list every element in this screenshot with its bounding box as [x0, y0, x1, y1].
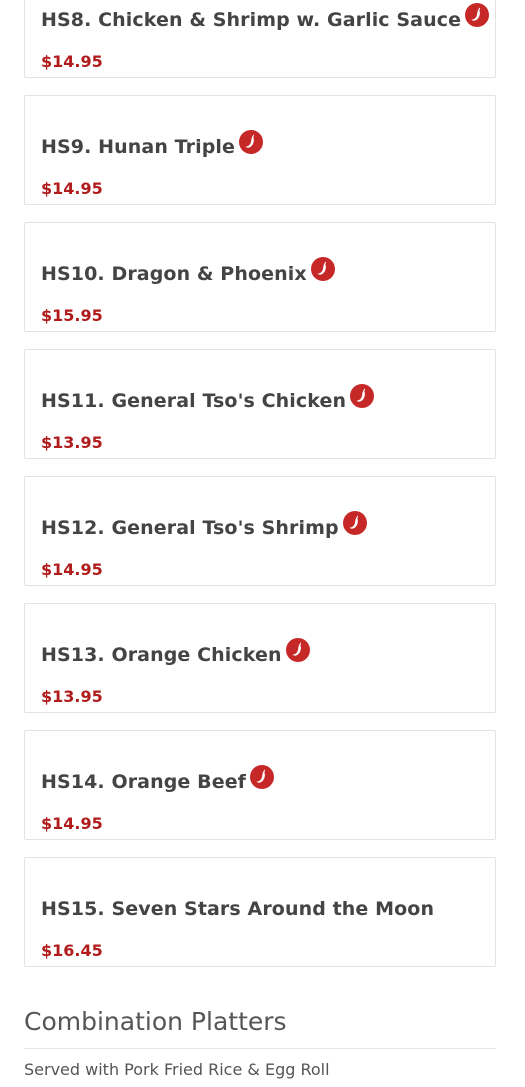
- menu-item-title-row: HS15. Seven Stars Around the Moon: [41, 898, 434, 920]
- menu-item-name: HS9. Hunan Triple: [41, 136, 236, 158]
- menu-item-card[interactable]: HS11. General Tso's Chicken $13.95: [24, 349, 496, 459]
- chili-pepper-icon: [239, 130, 264, 154]
- menu-item-card[interactable]: HS12. General Tso's Shrimp $14.95: [24, 476, 496, 586]
- menu-item-price: $13.95: [41, 687, 103, 706]
- menu-item-name: HS12. General Tso's Shrimp: [41, 517, 339, 539]
- menu-item-name: HS15. Seven Stars Around the Moon: [41, 898, 435, 920]
- menu-item-list: HS8. Chicken & Shrimp w. Garlic Sauce $1…: [24, 0, 496, 984]
- menu-item-title-row: HS13. Orange Chicken: [41, 638, 310, 666]
- menu-item-name: HS11. General Tso's Chicken: [41, 390, 347, 412]
- menu-item-title-row: HS10. Dragon & Phoenix: [41, 257, 335, 285]
- menu-item-name: HS13. Orange Chicken: [41, 644, 282, 666]
- menu-item-price: $15.95: [41, 306, 103, 325]
- menu-item-name: HS8. Chicken & Shrimp w. Garlic Sauce: [41, 9, 462, 31]
- menu-item-price: $14.95: [41, 52, 103, 71]
- menu-item-title-row: HS9. Hunan Triple: [41, 130, 264, 158]
- chili-pepper-icon: [350, 384, 375, 408]
- menu-item-title-row: HS14. Orange Beef: [41, 765, 275, 793]
- menu-item-card[interactable]: HS14. Orange Beef $14.95: [24, 730, 496, 840]
- menu-item-title-row: HS8. Chicken & Shrimp w. Garlic Sauce: [41, 3, 490, 31]
- section-title: Combination Platters: [24, 1006, 496, 1049]
- chili-pepper-icon: [342, 511, 367, 535]
- menu-item-card[interactable]: HS10. Dragon & Phoenix $15.95: [24, 222, 496, 332]
- menu-item-price: $14.95: [41, 560, 103, 579]
- chili-pepper-icon: [250, 765, 275, 789]
- menu-item-name: HS10. Dragon & Phoenix: [41, 263, 307, 285]
- menu-item-title-row: HS12. General Tso's Shrimp: [41, 511, 367, 539]
- menu-item-card[interactable]: HS9. Hunan Triple $14.95: [24, 95, 496, 205]
- menu-item-card[interactable]: HS15. Seven Stars Around the Moon $16.45: [24, 857, 496, 967]
- chili-pepper-icon: [285, 638, 310, 662]
- menu-item-price: $14.95: [41, 179, 103, 198]
- section-description: Served with Pork Fried Rice & Egg Roll: [24, 1060, 330, 1079]
- menu-item-price: $16.45: [41, 941, 103, 960]
- menu-item-price: $13.95: [41, 433, 103, 452]
- menu-item-price: $14.95: [41, 814, 103, 833]
- menu-item-name: HS14. Orange Beef: [41, 771, 247, 793]
- chili-pepper-icon: [465, 3, 490, 27]
- section-header: Combination Platters Served with Pork Fr…: [24, 1006, 496, 1079]
- menu-item-card[interactable]: HS8. Chicken & Shrimp w. Garlic Sauce $1…: [24, 0, 496, 78]
- menu-item-title-row: HS11. General Tso's Chicken: [41, 384, 375, 412]
- menu-item-card[interactable]: HS13. Orange Chicken $13.95: [24, 603, 496, 713]
- chili-pepper-icon: [310, 257, 335, 281]
